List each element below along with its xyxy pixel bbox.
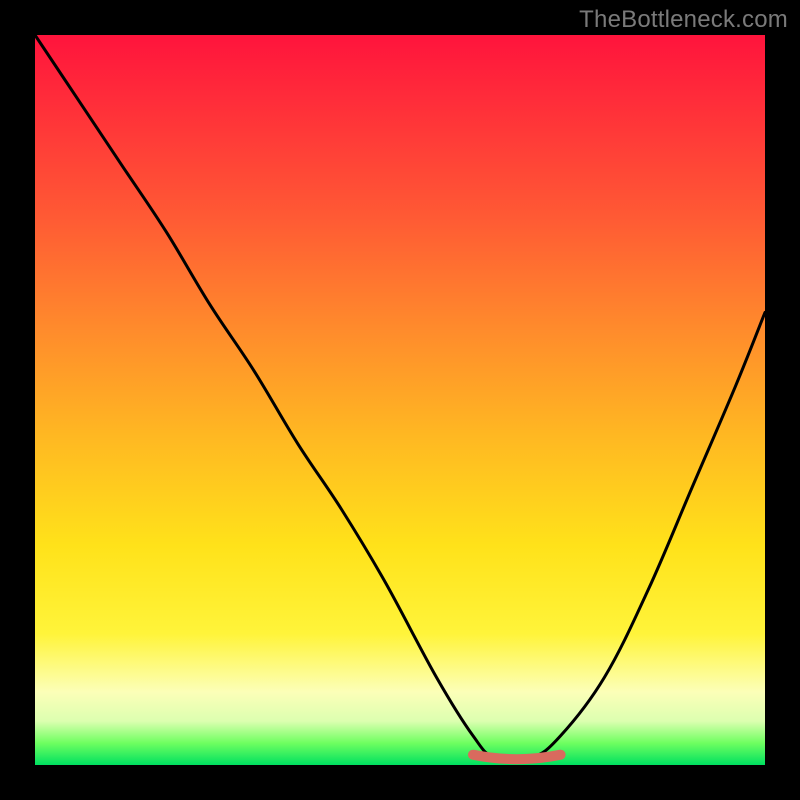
curve-layer bbox=[35, 35, 765, 765]
plot-area bbox=[35, 35, 765, 765]
valley-marker bbox=[473, 755, 561, 760]
chart-frame: TheBottleneck.com bbox=[0, 0, 800, 800]
bottleneck-curve bbox=[35, 35, 765, 761]
watermark-text: TheBottleneck.com bbox=[579, 6, 788, 34]
